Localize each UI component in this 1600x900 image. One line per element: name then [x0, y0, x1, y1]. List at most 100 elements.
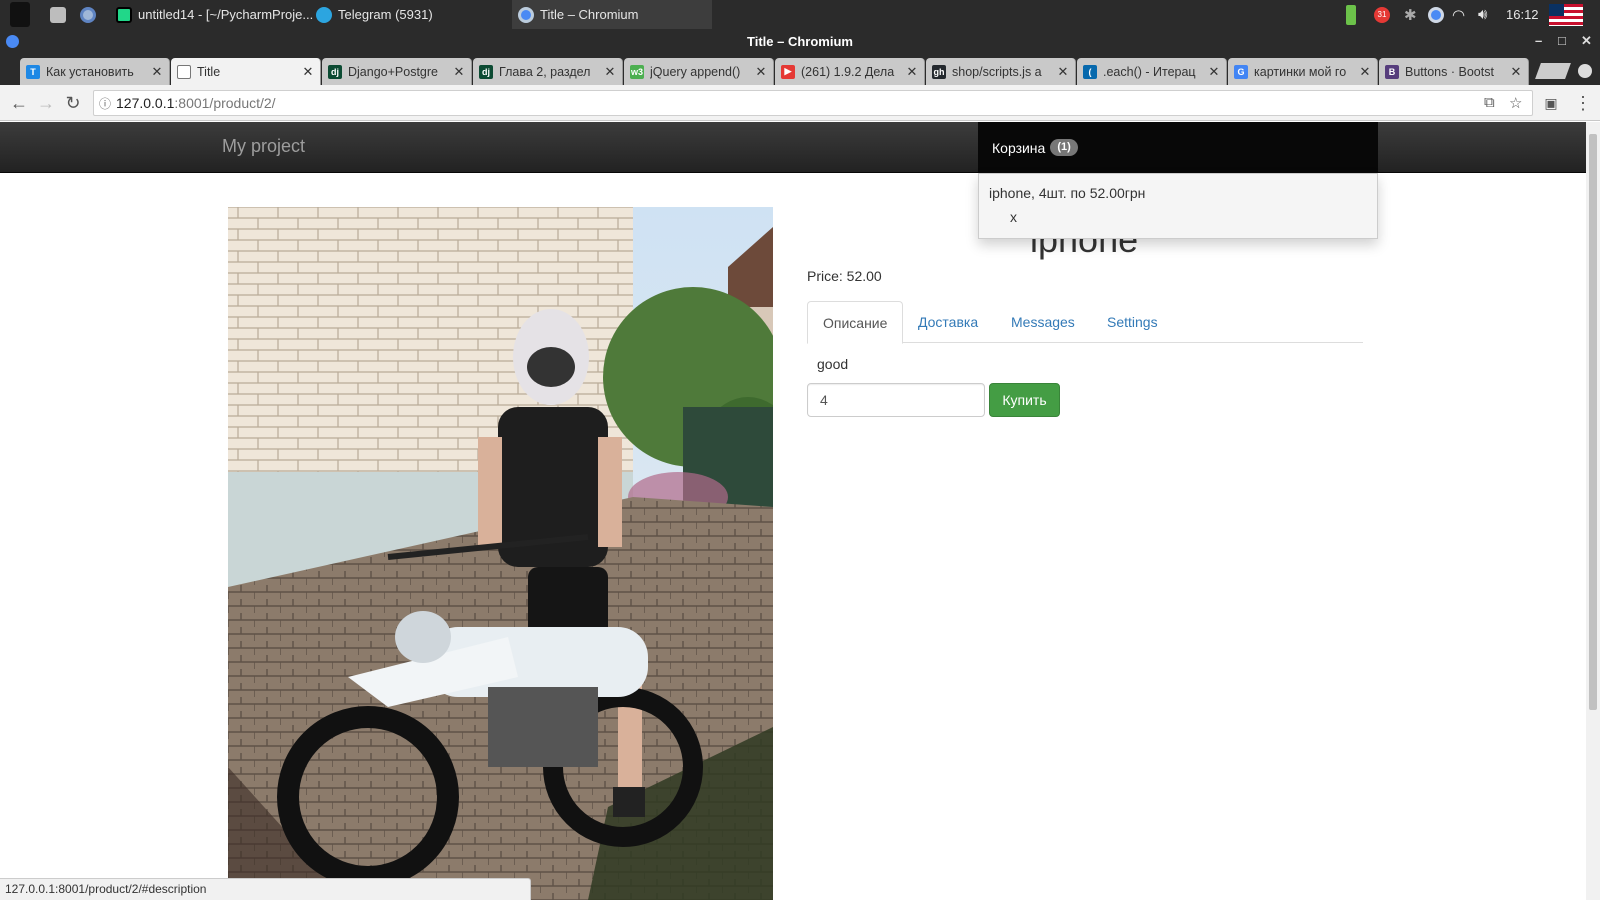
browser-tab-title: Title	[197, 64, 221, 79]
tab-close-icon[interactable]: ✕	[302, 64, 314, 80]
status-bar-url: 127.0.0.1:8001/product/2/#description	[0, 878, 531, 900]
taskbar-item-pycharm[interactable]: untitled14 - [~/PycharmProje...	[116, 0, 313, 29]
product-image	[228, 207, 773, 900]
menu-dots-icon[interactable]: ⋮	[1572, 92, 1594, 114]
tab-description[interactable]: Описание	[807, 301, 904, 344]
back-icon[interactable]: ←	[8, 92, 30, 114]
browser-tab[interactable]: Title ✕	[171, 58, 321, 85]
product-price: Price: 52.00	[807, 268, 882, 284]
browser-tab-title: jQuery append()	[650, 64, 741, 79]
taskbar-item-label: Title – Chromium	[540, 7, 639, 22]
site-navbar: My project Корзина (1)	[0, 122, 1586, 173]
extension-icon[interactable]: ▣	[1540, 92, 1562, 114]
window-titlebar: Title – Chromium – □ ✕	[0, 29, 1600, 55]
browser-tab[interactable]: w3 jQuery append() ✕	[624, 58, 774, 85]
chromium-icon	[518, 6, 534, 23]
tab-favicon-icon: (	[1083, 64, 1097, 79]
taskbar-item-telegram[interactable]: Telegram (5931)	[316, 0, 433, 29]
browser-tab-title: shop/scripts.js a	[952, 64, 1042, 79]
tab-close-icon[interactable]: ✕	[906, 64, 918, 80]
product-description: good	[817, 356, 849, 372]
reload-icon[interactable]: ↻	[62, 92, 84, 114]
tab-close-icon[interactable]: ✕	[453, 64, 465, 80]
page-scrollbar[interactable]	[1586, 122, 1600, 900]
cart-item-remove-button[interactable]: x	[1010, 209, 1017, 225]
new-tab-button[interactable]	[1535, 63, 1571, 79]
os-taskbar: untitled14 - [~/PycharmProje... Telegram…	[0, 0, 1600, 29]
minimize-icon[interactable]: –	[1535, 33, 1542, 48]
wifi-icon[interactable]: ◠	[1452, 0, 1465, 29]
telegram-icon	[316, 6, 332, 23]
browser-tab-title: картинки мой го	[1254, 64, 1347, 79]
tab-favicon-icon: T	[26, 64, 40, 79]
window-title: Title – Chromium	[747, 34, 853, 49]
browser-tab-title: .each() - Итерац	[1103, 64, 1196, 79]
chromium-tray-icon[interactable]	[1428, 0, 1444, 29]
browser-tab-title: Buttons · Bootst	[1405, 64, 1494, 79]
cart-item: iphone, 4шт. по 52.00грн	[989, 185, 1146, 201]
tab-delivery[interactable]: Доставка	[903, 301, 993, 343]
tab-close-icon[interactable]: ✕	[151, 64, 163, 80]
product-tabs: Описание Доставка Messages Settings	[807, 301, 1363, 344]
clock[interactable]: 16:12	[1506, 0, 1539, 29]
tab-favicon-icon: w3	[630, 64, 644, 79]
buy-button[interactable]: Купить	[989, 383, 1060, 417]
tab-close-icon[interactable]: ✕	[1208, 64, 1220, 80]
site-brand[interactable]: My project	[222, 136, 305, 157]
scrollbar-thumb[interactable]	[1589, 134, 1597, 710]
url-host: 127.0.0.1	[116, 95, 175, 111]
file-manager-icon[interactable]	[50, 0, 66, 29]
profile-icon[interactable]	[1578, 64, 1592, 78]
tab-close-icon[interactable]: ✕	[1359, 64, 1371, 80]
tab-favicon-icon: G	[1234, 64, 1248, 79]
tab-close-icon[interactable]: ✕	[755, 64, 767, 80]
us-flag-icon[interactable]	[1549, 0, 1583, 29]
close-window-icon[interactable]: ✕	[1581, 33, 1592, 49]
cart-dropdown-toggle[interactable]: Корзина (1)	[978, 122, 1378, 173]
battery-icon[interactable]	[1346, 0, 1356, 29]
translate-icon[interactable]: ⧉	[1484, 94, 1495, 111]
browser-tab-title: Глава 2, раздел	[499, 64, 591, 79]
notification-badge: 31	[1374, 6, 1390, 23]
browser-tab-title: (261) 1.9.2 Дела	[801, 64, 895, 79]
menu-icon[interactable]	[10, 0, 30, 29]
tab-favicon-icon: gh	[932, 64, 946, 79]
bookmark-star-icon[interactable]: ☆	[1509, 94, 1522, 112]
bluetooth-icon[interactable]: ✱	[1404, 0, 1417, 29]
tab-messages[interactable]: Messages	[996, 301, 1090, 343]
tab-favicon-icon: B	[1385, 64, 1399, 79]
cart-dropdown-menu: iphone, 4шт. по 52.00грн x	[978, 173, 1378, 239]
browser-tab[interactable]: ▶ (261) 1.9.2 Дела ✕	[775, 58, 925, 85]
tab-close-icon[interactable]: ✕	[604, 64, 616, 80]
address-bar[interactable]: ⓘ 127.0.0.1:8001/product/2/ ⧉ ☆	[93, 90, 1533, 116]
forward-icon[interactable]: →	[35, 92, 57, 114]
taskbar-item-chromium[interactable]: Title – Chromium	[512, 0, 712, 29]
chromium-launcher-icon[interactable]	[80, 0, 96, 29]
tab-favicon-icon: dj	[479, 64, 493, 79]
tab-settings[interactable]: Settings	[1092, 301, 1173, 343]
maximize-icon[interactable]: □	[1558, 33, 1566, 48]
browser-tab[interactable]: dj Django+Postgre ✕	[322, 58, 472, 85]
browser-tab[interactable]: gh shop/scripts.js a ✕	[926, 58, 1076, 85]
info-icon[interactable]: ⓘ	[94, 95, 116, 112]
taskbar-item-label: untitled14 - [~/PycharmProje...	[138, 7, 314, 22]
browser-tab[interactable]: ( .each() - Итерац ✕	[1077, 58, 1227, 85]
browser-tab[interactable]: Gкартинки мой го ✕	[1228, 58, 1378, 85]
tab-close-icon[interactable]: ✕	[1057, 64, 1069, 80]
page-viewport: My project Корзина (1) iphone, 4шт. по 5…	[0, 122, 1586, 900]
browser-tab[interactable]: dj Глава 2, раздел ✕	[473, 58, 623, 85]
browser-toolbar: ← → ↻ ⓘ 127.0.0.1:8001/product/2/ ⧉ ☆ ▣ …	[0, 85, 1600, 121]
tab-favicon-icon: ▶	[781, 64, 795, 79]
notification-icon[interactable]: 31	[1374, 0, 1390, 29]
browser-tab-title: Как установить	[46, 64, 134, 79]
browser-tab[interactable]: B Buttons · Bootst ✕	[1379, 58, 1529, 85]
browser-tab-strip: T Как установить ✕ Title ✕ dj Django+Postgre ✕ d…	[0, 55, 1600, 85]
browser-tab[interactable]: T Как установить ✕	[20, 58, 170, 85]
tab-favicon-icon	[177, 64, 191, 79]
taskbar-item-label: Telegram (5931)	[338, 7, 433, 22]
url-path: :8001/product/2/	[174, 95, 276, 111]
pycharm-icon	[116, 6, 132, 23]
quantity-input[interactable]	[807, 383, 985, 417]
volume-icon[interactable]: 🔊︎	[1478, 0, 1487, 29]
tab-close-icon[interactable]: ✕	[1510, 64, 1522, 80]
